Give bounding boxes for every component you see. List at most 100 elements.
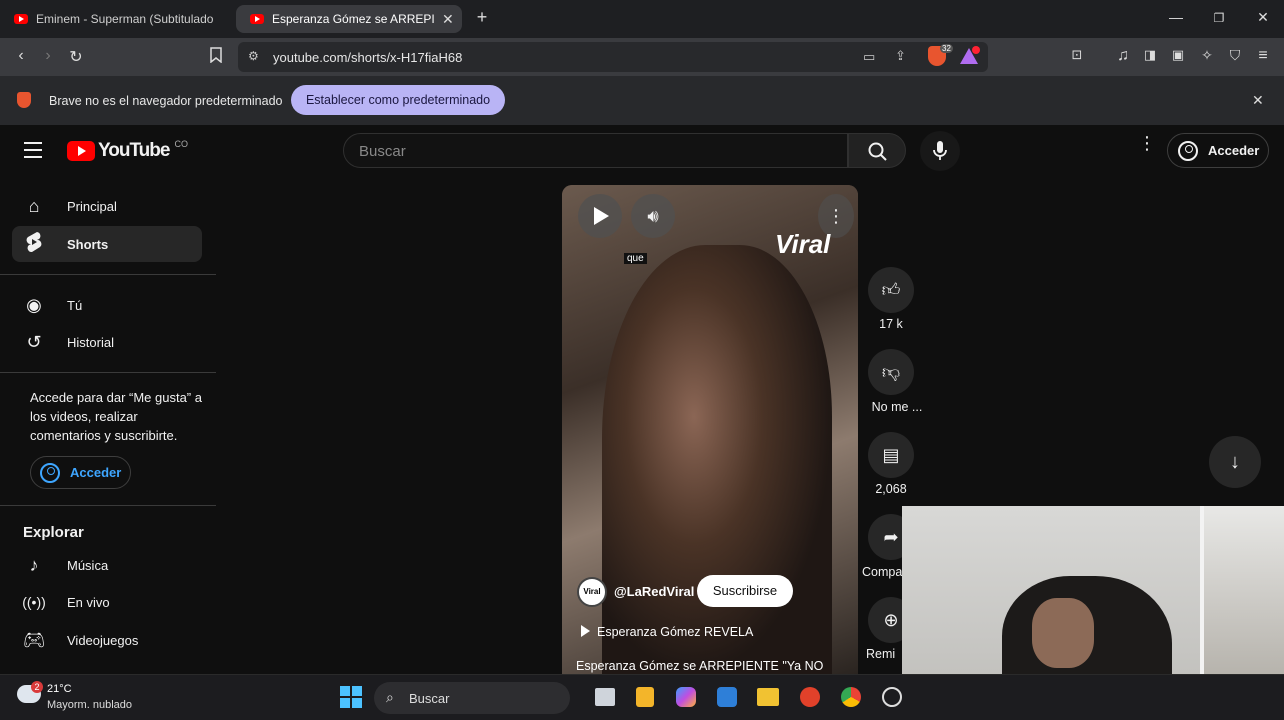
- share-icon[interactable]: ⇪: [895, 48, 906, 64]
- short-title[interactable]: Esperanza Gómez se ARREPIENTE "Ya NO: [576, 659, 823, 673]
- browser-tab-bar: Eminem - Superman (Subtitulado en Espera…: [0, 0, 1284, 38]
- thumbs-down-icon: 👎︎: [881, 362, 901, 382]
- sidebar-item-videojuegos[interactable]: 🎮︎ Videojuegos: [12, 622, 202, 658]
- bookmark-icon[interactable]: [206, 47, 226, 68]
- sidebar-item-principal[interactable]: ⌂ Principal: [12, 188, 202, 224]
- subscribe-button[interactable]: Suscribirse: [697, 575, 793, 607]
- sidebar-item-label: Tú: [67, 297, 83, 313]
- sidebar-item-musica[interactable]: ♪ Música: [12, 547, 202, 583]
- windows-start-icon[interactable]: [340, 686, 362, 708]
- settings-more-icon[interactable]: ⋮: [1138, 134, 1156, 152]
- brave-logo-icon: [17, 92, 31, 108]
- sidebar-divider: [0, 505, 216, 506]
- volume-icon: 🔊︎: [647, 206, 659, 226]
- task-view-icon[interactable]: [595, 688, 615, 706]
- store-icon[interactable]: [717, 687, 737, 707]
- dislike-label: No me ...: [871, 400, 923, 414]
- sidebar-icon[interactable]: ◨: [1140, 47, 1160, 63]
- taskbar-search-box[interactable]: ⌕ Buscar: [374, 682, 570, 714]
- weather-temperature[interactable]: 21°C: [47, 683, 72, 695]
- sidebar-item-label: Videojuegos: [67, 632, 139, 648]
- windows-taskbar: 2 21°C Mayorm. nublado ⌕ Buscar: [0, 674, 1284, 720]
- video-subject: [602, 245, 832, 674]
- tab-title: Eminem - Superman (Subtitulado en: [36, 12, 216, 26]
- like-count: 17 k: [879, 317, 903, 331]
- sidebar-item-label: Shorts: [67, 236, 109, 252]
- reload-icon[interactable]: ↻: [66, 47, 86, 67]
- sign-in-label: Acceder: [70, 465, 122, 480]
- search-input[interactable]: Buscar: [343, 133, 848, 168]
- caption-text: que: [624, 253, 647, 264]
- playlist-play-icon: [581, 625, 590, 637]
- play-button[interactable]: [578, 194, 622, 238]
- close-tab-icon[interactable]: ✕: [442, 11, 454, 28]
- sidebar-item-label: Música: [67, 557, 109, 573]
- microphone-icon: [933, 141, 947, 160]
- chrome-icon[interactable]: [841, 687, 861, 707]
- live-icon: ((•)): [22, 594, 46, 610]
- youtube-logo[interactable]: YouTube CO: [67, 139, 188, 162]
- sidebar-item-label: En vivo: [67, 594, 110, 610]
- history-icon: ↺: [26, 331, 42, 352]
- channel-avatar[interactable]: Viral: [577, 577, 607, 607]
- sign-in-button-sidebar[interactable]: Acceder: [30, 456, 131, 489]
- account-circle-icon: [1178, 140, 1198, 161]
- copilot-icon[interactable]: [676, 687, 696, 707]
- dislike-button[interactable]: 👎︎: [868, 349, 914, 395]
- tab-search-icon[interactable]: ⊡: [1067, 47, 1087, 63]
- new-tab-button[interactable]: +: [472, 7, 492, 28]
- maximize-button[interactable]: ❐: [1209, 11, 1229, 25]
- default-browser-infobar: Brave no es el navegador predeterminado …: [0, 76, 1284, 125]
- explore-heading: Explorar: [23, 524, 84, 541]
- remix-icon: ⊕: [883, 610, 899, 630]
- search-icon: [868, 142, 887, 161]
- channel-name[interactable]: @LaRedViral: [614, 584, 694, 599]
- leo-ai-icon[interactable]: ✧: [1197, 47, 1217, 64]
- rewards-notification-dot: [972, 46, 980, 54]
- related-video-link[interactable]: Esperanza Gómez REVELA: [597, 625, 753, 639]
- tab-eminem[interactable]: Eminem - Superman (Subtitulado en: [0, 5, 232, 33]
- short-video-player[interactable]: 🔊︎ ⋮ Viral que Viral @LaRedViral Suscrib…: [562, 185, 858, 674]
- wallet-icon[interactable]: ▣: [1168, 47, 1188, 63]
- tab-esperanza[interactable]: Esperanza Gómez se ARREPIENT ✕: [236, 5, 462, 33]
- search-button[interactable]: [848, 133, 906, 168]
- next-short-button[interactable]: ↓: [1209, 436, 1261, 488]
- vpn-icon[interactable]: ⛉: [1225, 47, 1245, 64]
- url-text: youtube.com/shorts/x-H17fiaH68: [273, 50, 463, 65]
- comment-count: 2,068: [875, 482, 907, 496]
- browser-toolbar: ‹ › ↻ ⚙ youtube.com/shorts/x-H17fiaH68 ▭…: [0, 38, 1284, 76]
- thumbs-up-icon: 👍︎: [881, 280, 901, 300]
- tab-title: Esperanza Gómez se ARREPIENT: [272, 12, 434, 26]
- webcam-face: [1032, 598, 1094, 668]
- sidebar-item-shorts[interactable]: Shorts: [12, 226, 202, 262]
- like-button[interactable]: 👍︎: [868, 267, 914, 313]
- close-infobar-icon[interactable]: ✕: [1252, 92, 1264, 109]
- sign-in-button-top[interactable]: Acceder: [1167, 133, 1269, 168]
- menu-icon[interactable]: ≡: [1253, 47, 1273, 65]
- cast-icon[interactable]: ▭: [863, 49, 875, 65]
- file-explorer-icon[interactable]: [757, 688, 779, 706]
- sidebar-item-historial[interactable]: ↺ Historial: [12, 324, 202, 360]
- site-settings-icon[interactable]: ⚙: [248, 49, 259, 63]
- close-window-button[interactable]: ✕: [1253, 9, 1273, 26]
- sign-in-label: Acceder: [1208, 143, 1260, 158]
- music-icon: ♪: [29, 554, 39, 575]
- hamburger-menu-icon[interactable]: [24, 142, 42, 158]
- weather-description[interactable]: Mayorm. nublado: [47, 699, 132, 711]
- signin-prompt: Accede para dar “Me gusta” a los videos,…: [30, 390, 202, 443]
- voice-search-button[interactable]: [920, 131, 960, 171]
- media-icon[interactable]: ♫: [1113, 47, 1133, 65]
- comments-button[interactable]: ▤: [868, 432, 914, 478]
- ea-app-icon[interactable]: [800, 687, 820, 707]
- minimize-button[interactable]: —: [1166, 9, 1186, 25]
- address-bar[interactable]: ⚙ youtube.com/shorts/x-H17fiaH68 ▭ ⇪ 32: [238, 42, 988, 72]
- settings-app-icon[interactable]: [882, 687, 902, 707]
- forward-icon[interactable]: ›: [38, 47, 58, 65]
- volume-button[interactable]: 🔊︎: [631, 194, 675, 238]
- file-app-icon[interactable]: [636, 687, 654, 707]
- set-default-button[interactable]: Establecer como predeterminado: [291, 85, 505, 115]
- sidebar-item-en-vivo[interactable]: ((•)) En vivo: [12, 584, 202, 620]
- youtube-play-logo-icon: [67, 141, 95, 161]
- sidebar-item-tu[interactable]: ◉ Tú: [12, 287, 202, 323]
- back-icon[interactable]: ‹: [11, 47, 31, 65]
